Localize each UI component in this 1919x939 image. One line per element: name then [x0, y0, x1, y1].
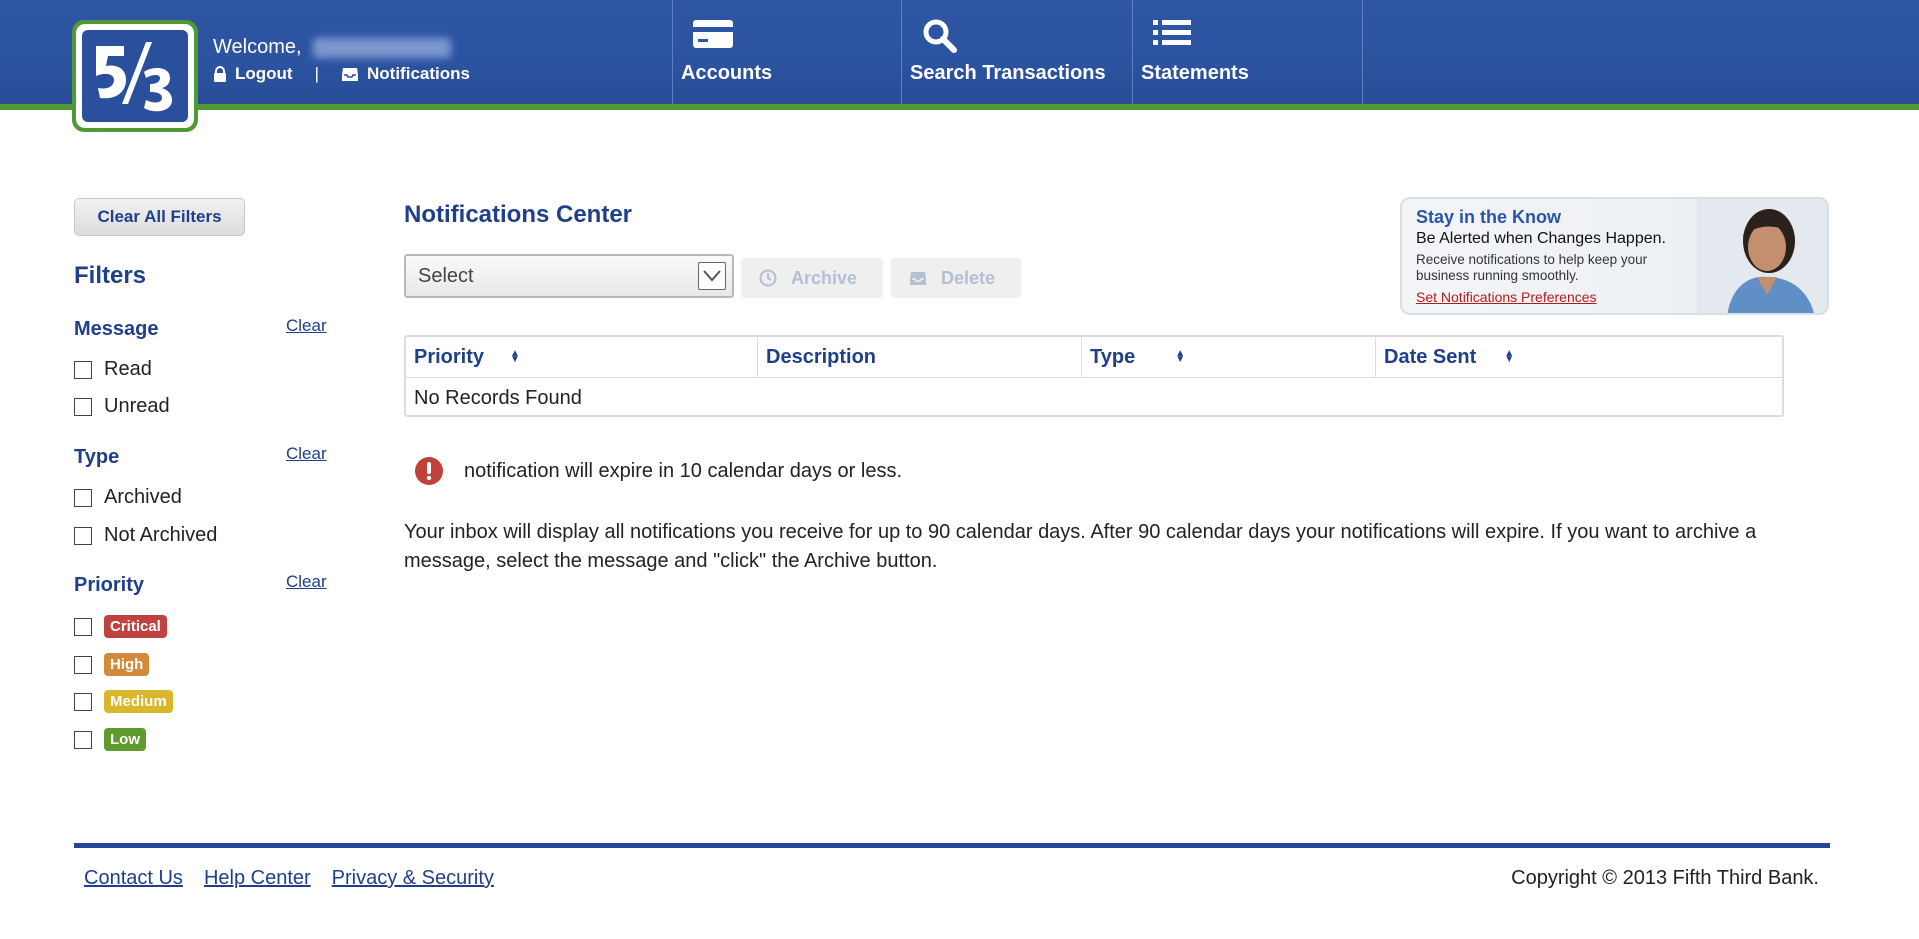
- bulk-action-select-value: Select: [418, 265, 474, 287]
- nav-search-transactions[interactable]: Search Transactions: [901, 0, 1132, 104]
- promo-subtitle: Be Alerted when Changes Happen.: [1416, 230, 1666, 247]
- list-icon: [1153, 20, 1191, 45]
- no-records-row: No Records Found: [414, 387, 582, 409]
- filters-heading: Filters: [74, 262, 147, 289]
- footer-divider: [74, 843, 1830, 848]
- filter-high[interactable]: High: [74, 653, 150, 676]
- redacted-user-name: [313, 37, 452, 58]
- nav-statements[interactable]: Statements: [1132, 0, 1362, 104]
- footer-links: Contact Us Help Center Privacy & Securit…: [84, 867, 494, 890]
- contact-us-link[interactable]: Contact Us: [84, 867, 183, 890]
- nav-statements-label: Statements: [1141, 62, 1249, 84]
- sort-icon: ▲ ▼: [1175, 348, 1186, 365]
- type-column-label: Type: [1090, 345, 1136, 368]
- filter-read[interactable]: Read: [74, 358, 152, 381]
- expiration-legend-text: notification will expire in 10 calendar …: [464, 459, 902, 482]
- notifications-label: Notifications: [367, 64, 470, 83]
- logout-link[interactable]: Logout: [213, 64, 293, 84]
- not-archived-checkbox[interactable]: [74, 526, 92, 545]
- lock-icon: [214, 66, 226, 82]
- inbox-icon: [342, 68, 359, 81]
- logout-label: Logout: [235, 64, 293, 83]
- low-checkbox[interactable]: [74, 730, 92, 749]
- high-badge: High: [104, 653, 150, 676]
- filter-not-archived[interactable]: Not Archived: [74, 524, 217, 547]
- read-checkbox[interactable]: [74, 360, 92, 379]
- column-header-description: Description: [758, 337, 1082, 377]
- high-checkbox[interactable]: [74, 655, 92, 674]
- date-sent-column-label: Date Sent: [1384, 345, 1477, 368]
- promo-body: Receive notifications to help keep your …: [1416, 252, 1648, 283]
- low-badge: Low: [104, 728, 146, 751]
- filter-group-priority-title: Priority: [74, 574, 145, 596]
- sort-icon: ▲ ▼: [1504, 348, 1515, 365]
- card-icon: [693, 20, 733, 48]
- header-accent-stripe: [0, 104, 1919, 110]
- clear-priority-filter-link[interactable]: Clear: [286, 572, 327, 592]
- description-column-label: Description: [766, 345, 877, 368]
- inbox-icon: [910, 272, 926, 285]
- chevron-down-icon[interactable]: [698, 262, 726, 290]
- clock-icon: [759, 269, 777, 287]
- bank-logo[interactable]: [72, 20, 198, 132]
- column-header-priority[interactable]: Priority ▲ ▼: [406, 337, 758, 377]
- sort-icon: ▲ ▼: [510, 348, 520, 365]
- bulk-action-select[interactable]: Select: [404, 254, 734, 298]
- filter-medium[interactable]: Medium: [74, 690, 173, 713]
- priority-column-label: Priority: [414, 345, 485, 368]
- column-header-date-sent[interactable]: Date Sent ▲ ▼: [1376, 337, 1782, 377]
- welcome-message: Welcome,: [213, 36, 452, 59]
- inbox-retention-info: Your inbox will display all notification…: [404, 521, 1757, 572]
- filter-group-message-title: Message: [74, 318, 159, 340]
- promo-person-image: [1697, 199, 1827, 313]
- clear-message-filter-link[interactable]: Clear: [286, 316, 327, 336]
- unread-checkbox[interactable]: [74, 397, 92, 416]
- column-header-type[interactable]: Type ▲ ▼: [1082, 337, 1376, 377]
- clear-all-filters-button[interactable]: Clear All Filters: [74, 198, 245, 236]
- clear-type-filter-link[interactable]: Clear: [286, 444, 327, 464]
- table-header-row: Priority ▲ ▼ Description Type ▲ ▼ Date Sen…: [406, 337, 1782, 378]
- nav-accounts-label: Accounts: [681, 62, 773, 84]
- filter-group-type-title: Type: [74, 446, 120, 468]
- nav-search-transactions-label: Search Transactions: [910, 62, 1106, 84]
- filter-archived[interactable]: Archived: [74, 486, 182, 509]
- medium-badge: Medium: [104, 690, 173, 713]
- page-title: Notifications Center: [404, 201, 633, 228]
- filter-critical[interactable]: Critical: [74, 615, 167, 638]
- archived-checkbox[interactable]: [74, 488, 92, 507]
- unread-label: Unread: [104, 395, 170, 417]
- read-label: Read: [104, 358, 152, 380]
- promo-title: Stay in the Know: [1416, 207, 1562, 227]
- welcome-label: Welcome,: [213, 36, 302, 58]
- not-archived-label: Not Archived: [104, 524, 218, 546]
- header-link-separator: |: [314, 64, 320, 83]
- header-user-links: Logout | Notifications: [213, 64, 470, 84]
- notifications-link[interactable]: Notifications: [341, 64, 470, 84]
- search-icon: [923, 19, 957, 53]
- expiration-legend: notification will expire in 10 calendar …: [414, 456, 902, 486]
- set-notifications-preferences-link[interactable]: Set Notifications Preferences: [1416, 289, 1597, 305]
- critical-checkbox[interactable]: [74, 617, 92, 636]
- archive-label: Archive: [791, 267, 858, 288]
- alert-icon: [415, 457, 443, 485]
- filter-unread[interactable]: Unread: [74, 395, 170, 418]
- archive-button[interactable]: Archive: [741, 258, 883, 298]
- delete-label: Delete: [941, 267, 996, 288]
- filter-low[interactable]: Low: [74, 728, 146, 751]
- nav-divider: [1362, 0, 1363, 104]
- delete-button[interactable]: Delete: [891, 258, 1021, 298]
- critical-badge: Critical: [104, 615, 167, 638]
- nav-accounts[interactable]: Accounts: [672, 0, 901, 104]
- notifications-table: Priority ▲ ▼ Description Type ▲ ▼ Date Sen…: [404, 335, 1784, 417]
- notifications-promo-banner[interactable]: Stay in the Know Be Alerted when Changes…: [1400, 197, 1829, 315]
- privacy-security-link[interactable]: Privacy & Security: [332, 867, 494, 890]
- medium-checkbox[interactable]: [74, 692, 92, 711]
- copyright-notice: Copyright © 2013 Fifth Third Bank.: [1511, 867, 1819, 889]
- help-center-link[interactable]: Help Center: [204, 867, 311, 890]
- archived-label: Archived: [104, 486, 182, 508]
